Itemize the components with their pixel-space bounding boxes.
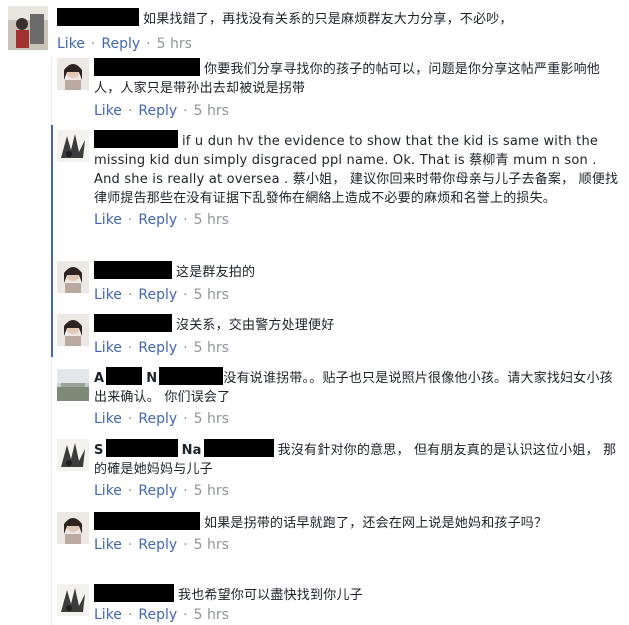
commenter-name-fragment[interactable]: Na bbox=[182, 443, 202, 458]
timestamp[interactable]: 5 hrs bbox=[194, 537, 229, 553]
reply-button[interactable]: Reply bbox=[138, 287, 177, 303]
separator: · bbox=[183, 287, 188, 303]
redacted-name bbox=[203, 439, 274, 457]
reply-button[interactable]: Reply bbox=[138, 483, 177, 499]
separator: · bbox=[183, 411, 188, 427]
comment-text: 沒关系，交由警方处理便好 bbox=[94, 314, 619, 335]
comment-text: 如果是拐带的话早就跑了，还会在网上说是她妈和孩子吗？ bbox=[94, 512, 619, 533]
reply-button[interactable]: Reply bbox=[138, 103, 177, 119]
separator: · bbox=[183, 103, 188, 119]
reply-button[interactable]: Reply bbox=[138, 212, 177, 228]
avatar[interactable] bbox=[57, 314, 89, 346]
avatar[interactable] bbox=[57, 130, 89, 162]
redacted-name bbox=[105, 439, 178, 457]
timestamp[interactable]: 5 hrs bbox=[194, 411, 229, 427]
timestamp[interactable]: 5 hrs bbox=[157, 36, 192, 52]
separator: · bbox=[127, 537, 133, 553]
separator: · bbox=[127, 607, 133, 623]
separator: · bbox=[127, 212, 133, 228]
like-button[interactable]: Like bbox=[94, 287, 122, 303]
avatar[interactable] bbox=[57, 584, 89, 616]
avatar[interactable] bbox=[57, 369, 89, 401]
like-button[interactable]: Like bbox=[94, 103, 122, 119]
separator: · bbox=[127, 411, 133, 427]
reply-button[interactable]: Reply bbox=[138, 340, 177, 356]
separator: · bbox=[183, 607, 188, 623]
timestamp[interactable]: 5 hrs bbox=[194, 287, 229, 303]
commenter-name-fragment[interactable]: S bbox=[94, 443, 104, 458]
separator: · bbox=[90, 36, 96, 52]
redacted-name bbox=[94, 314, 172, 332]
redacted-name bbox=[159, 367, 224, 385]
like-button[interactable]: Like bbox=[57, 36, 85, 52]
reply-button[interactable]: Reply bbox=[138, 411, 177, 427]
commenter-name-fragment[interactable]: A bbox=[94, 371, 104, 386]
like-button[interactable]: Like bbox=[94, 212, 122, 228]
timestamp[interactable]: 5 hrs bbox=[194, 483, 229, 499]
like-button[interactable]: Like bbox=[94, 483, 122, 499]
separator: · bbox=[127, 287, 133, 303]
comment-text: S Na 我沒有針对你的意思， 但有朋友真的是认识这位小姐， 那的確是她妈妈与儿子 bbox=[94, 439, 619, 479]
comment-text: 你要我们分享寻找你的孩子的帖可以，问题是你分享这帖严重影响他人，人家只是带孙出去… bbox=[94, 58, 619, 98]
like-button[interactable]: Like bbox=[94, 607, 122, 623]
redacted-name bbox=[94, 261, 172, 279]
comment-text: 如果找錯了，再找没有关系的只是麻烦群友大力分享，不必吵， bbox=[57, 8, 619, 29]
like-button[interactable]: Like bbox=[94, 411, 122, 427]
comment-text: A N 没有说谁拐带。。贴子也只是说照片很像他小孩。请大家找妇女小孩出来确认。 你们… bbox=[94, 367, 619, 407]
redacted-name bbox=[106, 367, 143, 385]
avatar[interactable] bbox=[57, 512, 89, 544]
avatar[interactable] bbox=[57, 439, 89, 471]
timestamp[interactable]: 5 hrs bbox=[194, 607, 229, 623]
separator: · bbox=[183, 537, 188, 553]
separator: · bbox=[183, 483, 188, 499]
timestamp[interactable]: 5 hrs bbox=[194, 212, 229, 228]
separator: · bbox=[183, 212, 188, 228]
reply-highlight-rail bbox=[51, 125, 53, 357]
redacted-name bbox=[94, 584, 174, 602]
like-button[interactable]: Like bbox=[94, 537, 122, 553]
redacted-name bbox=[94, 58, 200, 76]
reply-button[interactable]: Reply bbox=[138, 607, 177, 623]
separator: · bbox=[127, 340, 133, 356]
like-button[interactable]: Like bbox=[94, 340, 122, 356]
avatar[interactable] bbox=[8, 6, 48, 50]
redacted-name bbox=[57, 8, 139, 26]
timestamp[interactable]: 5 hrs bbox=[194, 103, 229, 119]
reply-button[interactable]: Reply bbox=[138, 537, 177, 553]
comment-text: if u dun hv the evidence to show that th… bbox=[94, 130, 619, 208]
comment-text: 这是群友拍的 bbox=[94, 261, 619, 282]
avatar[interactable] bbox=[57, 261, 89, 293]
comment-text: 我也希望你可以盡快找到你儿子 bbox=[94, 584, 619, 605]
separator: · bbox=[127, 483, 133, 499]
separator: · bbox=[127, 103, 133, 119]
timestamp[interactable]: 5 hrs bbox=[194, 340, 229, 356]
commenter-name-fragment[interactable]: N bbox=[146, 371, 157, 386]
redacted-name bbox=[94, 512, 200, 530]
avatar[interactable] bbox=[57, 58, 89, 90]
reply-button[interactable]: Reply bbox=[101, 36, 140, 52]
separator: · bbox=[183, 340, 188, 356]
redacted-name bbox=[94, 130, 178, 148]
separator: · bbox=[146, 36, 151, 52]
